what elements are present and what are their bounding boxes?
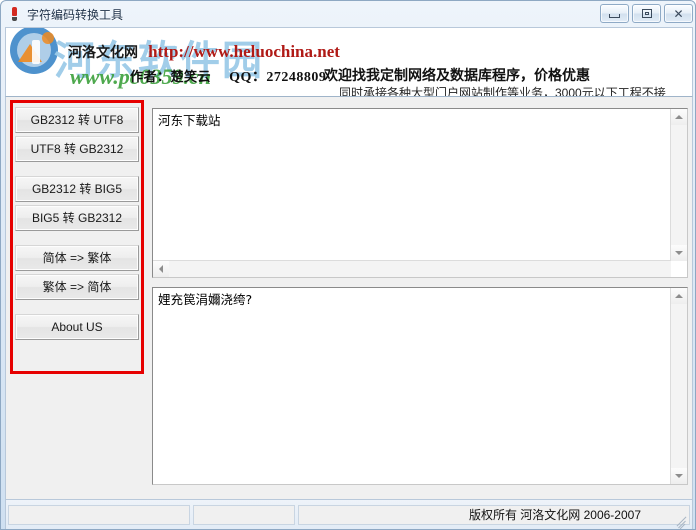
scroll-up-icon[interactable]: [671, 288, 687, 304]
convert-simplified-to-traditional-button[interactable]: 简体 => 繁体: [15, 245, 139, 271]
conversion-buttons-panel: GB2312 转 UTF8 UTF8 转 GB2312 GB2312 转 BIG…: [15, 107, 139, 343]
scroll-up-icon[interactable]: [671, 109, 687, 125]
source-horizontal-scrollbar[interactable]: [153, 260, 671, 277]
convert-gb2312-to-utf8-button[interactable]: GB2312 转 UTF8: [15, 107, 139, 133]
promo-line-2: 同时承接各种大型门户网站制作等业务，3000元以下工程不接: [339, 86, 666, 97]
author-label: 作者：楚笑云: [130, 69, 212, 84]
circle-logo-icon: [10, 28, 58, 74]
result-vertical-scrollbar[interactable]: [670, 288, 687, 484]
resize-grip-icon[interactable]: [675, 513, 689, 529]
convert-big5-to-gb2312-button[interactable]: BIG5 转 GB2312: [15, 205, 139, 231]
title-bar[interactable]: 字符编码转换工具 ✕: [1, 1, 695, 27]
maximize-icon: [641, 9, 652, 18]
window-controls: ✕: [600, 4, 693, 23]
source-text-value: 河东下载站: [158, 113, 221, 128]
status-cell-copyright: 版权所有 河洛文化网 2006-2007: [298, 504, 690, 525]
header-info-panel: 河东软件园 www.pc0359.cn 河洛文化网 http://www.hel…: [5, 27, 693, 97]
about-us-button[interactable]: About US: [15, 314, 139, 340]
bulb-icon: [7, 6, 23, 22]
promo-line-1: 欢迎找我定制网络及数据库程序，价格优惠: [324, 67, 590, 83]
maximize-button[interactable]: [632, 4, 661, 23]
site-name-label: 河洛文化网: [68, 44, 138, 60]
source-vertical-scrollbar[interactable]: [670, 109, 687, 261]
client-area: GB2312 转 UTF8 UTF8 转 GB2312 GB2312 转 BIG…: [5, 97, 693, 499]
site-url-link[interactable]: http://www.heluochina.net: [148, 42, 340, 61]
convert-gb2312-to-big5-button[interactable]: GB2312 转 BIG5: [15, 176, 139, 202]
close-button[interactable]: ✕: [664, 4, 693, 23]
scroll-down-icon[interactable]: [671, 468, 687, 484]
qq-label: QQ：27248809: [229, 70, 327, 85]
author-line: 作者：楚笑云 QQ：27248809: [130, 66, 326, 86]
status-bar: 版权所有 河洛文化网 2006-2007: [5, 499, 693, 529]
minimize-button[interactable]: [600, 4, 629, 23]
application-window: 字符编码转换工具 ✕ 河东软件园 www.pc0359.cn 河洛文化网 htt…: [0, 0, 696, 530]
site-line: 河洛文化网 http://www.heluochina.net: [68, 42, 340, 62]
result-text-value: 娌充笢涓嬭浇绔?: [158, 292, 253, 307]
scroll-down-icon[interactable]: [671, 245, 687, 261]
status-cell-1: [8, 504, 190, 525]
convert-traditional-to-simplified-button[interactable]: 繁体 => 简体: [15, 274, 139, 300]
source-text-editor[interactable]: 河东下载站: [152, 108, 688, 278]
window-title: 字符编码转换工具: [27, 7, 124, 22]
status-cell-2: [193, 504, 295, 525]
minimize-icon: [609, 14, 620, 18]
convert-utf8-to-gb2312-button[interactable]: UTF8 转 GB2312: [15, 136, 139, 162]
scroll-left-icon[interactable]: [153, 261, 169, 277]
result-text-editor[interactable]: 娌充笢涓嬭浇绔?: [152, 287, 688, 485]
close-icon: ✕: [673, 6, 684, 21]
